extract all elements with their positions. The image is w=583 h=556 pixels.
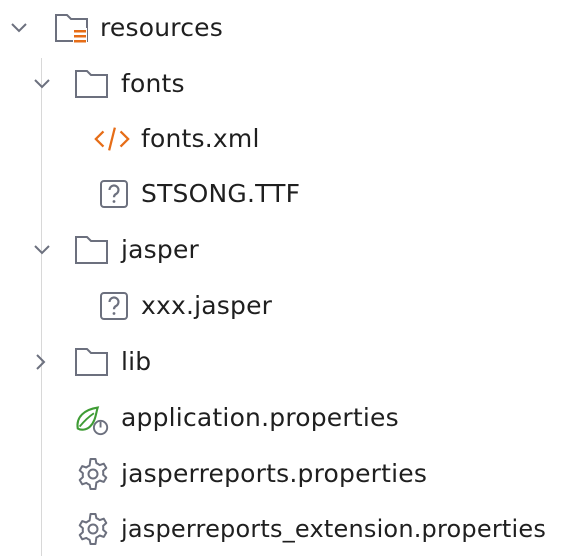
tree-item-fonts-xml[interactable]: fonts.xml (0, 111, 583, 167)
xml-file-icon (93, 120, 131, 158)
spring-boot-properties-icon (73, 399, 111, 437)
settings-file-icon (74, 510, 112, 548)
unknown-file-icon (95, 175, 133, 213)
tree-item-xxx-jasper[interactable]: xxx.jasper (0, 278, 583, 334)
chevron-right-icon[interactable] (30, 351, 52, 373)
chevron-down-icon[interactable] (31, 239, 53, 261)
folder-icon (73, 231, 111, 269)
folder-icon (73, 343, 111, 381)
tree-item-label: lib (121, 347, 152, 376)
folder-icon (73, 65, 111, 103)
tree-item-jasperreports-properties[interactable]: jasperreports.properties (0, 446, 583, 502)
tree-item-label: jasperreports.properties (121, 459, 428, 488)
chevron-down-icon[interactable] (31, 73, 53, 95)
unknown-file-icon (95, 287, 133, 325)
tree-item-jasperreports-extension-properties[interactable]: jasperreports_extension.properties (0, 501, 583, 556)
tree-item-label: fonts.xml (141, 124, 260, 153)
tree-item-fonts[interactable]: fonts (0, 56, 583, 112)
tree-item-resources[interactable]: resources (0, 0, 583, 56)
tree-item-label: application.properties (121, 403, 399, 432)
tree-item-label: STSONG.TTF (141, 179, 301, 208)
project-tree: resources fonts fonts.xml STSONG.TTF jas… (0, 0, 583, 556)
tree-item-application-properties[interactable]: application.properties (0, 390, 583, 446)
tree-item-label: fonts (121, 69, 185, 98)
chevron-down-icon[interactable] (8, 17, 30, 39)
tree-item-jasper[interactable]: jasper (0, 222, 583, 278)
tree-item-stsong-ttf[interactable]: STSONG.TTF (0, 166, 583, 222)
tree-item-lib[interactable]: lib (0, 334, 583, 390)
resources-folder-icon (53, 9, 91, 47)
tree-item-label: jasper (121, 235, 200, 264)
tree-item-label: xxx.jasper (141, 291, 273, 320)
settings-file-icon (74, 455, 112, 493)
tree-item-label: jasperreports_extension.properties (121, 515, 547, 543)
tree-item-label: resources (100, 13, 223, 42)
